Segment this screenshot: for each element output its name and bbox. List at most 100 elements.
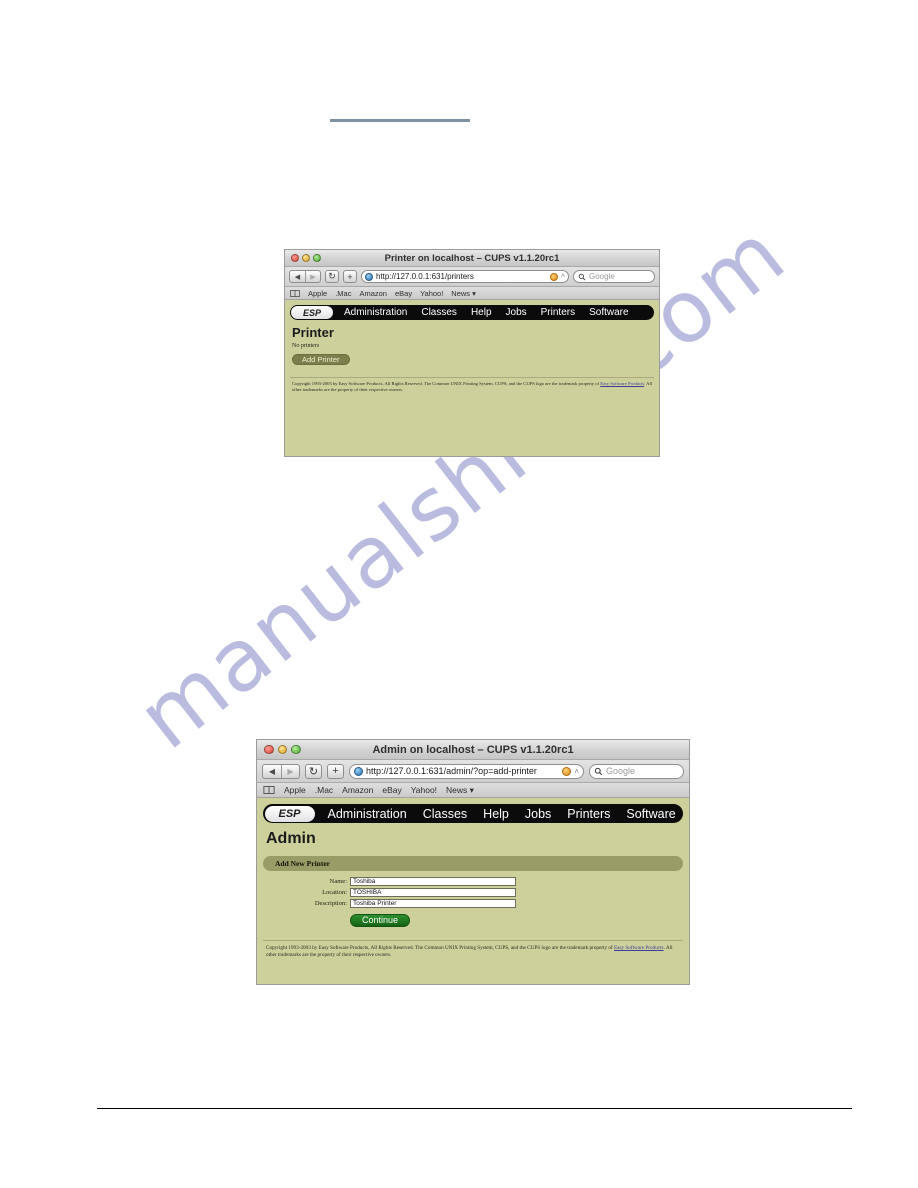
nav-administration[interactable]: Administration — [320, 807, 415, 821]
search-icon — [578, 273, 586, 281]
continue-button[interactable]: Continue — [350, 913, 411, 927]
nav-software[interactable]: Software — [618, 807, 683, 821]
forward-icon[interactable]: ▶ — [281, 764, 299, 778]
titlebar: Admin on localhost – CUPS v1.1.20rc1 — [257, 740, 689, 760]
nav-administration[interactable]: Administration — [337, 307, 414, 318]
page-top-rule — [330, 119, 470, 122]
url-input[interactable]: http://127.0.0.1:631/admin/?op=add-print… — [349, 763, 584, 779]
bookmark-amazon[interactable]: Amazon — [359, 289, 387, 298]
description-field[interactable]: Toshiba Printer — [350, 899, 516, 908]
url-text: http://127.0.0.1:631/printers — [376, 272, 474, 281]
globe-favicon-icon — [365, 272, 373, 281]
back-icon[interactable]: ◀ — [290, 271, 305, 282]
nav-help[interactable]: Help — [475, 807, 517, 821]
browser-toolbar: ◀ ▶ ↻ + http://127.0.0.1:631/printers ˄ … — [285, 267, 659, 287]
add-bookmark-icon[interactable]: + — [327, 763, 344, 779]
browser-window-admin[interactable]: Admin on localhost – CUPS v1.1.20rc1 ◀ ▶… — [256, 739, 690, 985]
name-label: Name: — [329, 878, 347, 885]
bookmark-news[interactable]: News ▾ — [446, 785, 474, 796]
location-field[interactable]: TOSHIBA — [350, 888, 516, 897]
cups-navbar: ESP Administration Classes Help Jobs Pri… — [290, 305, 654, 320]
window-title: Admin on localhost – CUPS v1.1.20rc1 — [372, 743, 574, 756]
location-label: Location: — [322, 889, 347, 896]
copyright-text-pre: Copyright 1993-2003 by Easy Software Pro… — [292, 381, 601, 386]
search-input[interactable]: Google — [589, 763, 684, 779]
bookmark-news[interactable]: News ▾ — [451, 289, 476, 298]
bookmark-amazon[interactable]: Amazon — [342, 785, 373, 795]
bookmark-yahoo[interactable]: Yahoo! — [411, 785, 437, 795]
minimize-icon[interactable] — [277, 744, 287, 755]
page-bottom-rule — [97, 1108, 852, 1110]
reload-icon[interactable]: ↻ — [325, 270, 339, 283]
zoom-icon[interactable] — [291, 744, 301, 755]
nav-software[interactable]: Software — [582, 307, 635, 318]
reload-icon[interactable]: ↻ — [305, 763, 322, 779]
search-placeholder: Google — [606, 766, 636, 776]
globe-favicon-icon — [354, 766, 363, 776]
nav-button-group[interactable]: ◀ ▶ — [289, 270, 321, 283]
copyright-footer: Copyright 1993-2003 by Easy Software Pro… — [290, 381, 654, 393]
close-icon[interactable] — [291, 254, 299, 262]
bookmarks-bar: Apple .Mac Amazon eBay Yahoo! News ▾ — [285, 287, 659, 300]
url-text: http://127.0.0.1:631/admin/?op=add-print… — [366, 766, 537, 776]
form-row-location: Location: TOSHIBA — [263, 888, 683, 897]
footer-divider — [263, 940, 683, 941]
form-row-description: Description: Toshiba Printer — [263, 899, 683, 908]
rss-icon[interactable] — [549, 272, 558, 281]
footer-divider — [290, 377, 654, 378]
titlebar: Printer on localhost – CUPS v1.1.20rc1 — [285, 250, 659, 267]
description-label: Description: — [314, 900, 347, 907]
cups-page-printers: ESP Administration Classes Help Jobs Pri… — [285, 300, 659, 456]
chevron-icon: ˄ — [574, 766, 579, 776]
copyright-text-pre: Copyright 1993-2003 by Easy Software Pro… — [266, 945, 615, 951]
esp-logo[interactable]: ESP — [264, 805, 315, 822]
bookmark-mac[interactable]: .Mac — [335, 289, 351, 298]
chevron-icon: ˄ — [560, 273, 565, 280]
page-title: Printer — [292, 325, 334, 340]
nav-printers[interactable]: Printers — [534, 307, 582, 318]
url-input[interactable]: http://127.0.0.1:631/printers ˄ — [361, 270, 569, 283]
name-field[interactable]: Toshiba — [350, 877, 516, 886]
bookmark-ebay[interactable]: eBay — [395, 289, 412, 298]
no-printers-message: No printers — [292, 343, 320, 349]
book-icon[interactable] — [263, 786, 275, 794]
bookmark-ebay[interactable]: eBay — [382, 785, 401, 795]
page-title: Admin — [266, 830, 316, 847]
cups-navbar: ESP Administration Classes Help Jobs Pri… — [263, 804, 683, 823]
bookmark-yahoo[interactable]: Yahoo! — [420, 289, 443, 298]
bookmark-apple[interactable]: Apple — [284, 785, 306, 795]
close-icon[interactable] — [264, 744, 274, 755]
add-bookmark-icon[interactable]: + — [343, 270, 357, 283]
easy-software-products-link[interactable]: Easy Software Products — [600, 381, 644, 386]
nav-jobs[interactable]: Jobs — [499, 307, 534, 318]
nav-button-group[interactable]: ◀ ▶ — [262, 763, 300, 779]
esp-logo[interactable]: ESP — [291, 306, 333, 319]
forward-icon[interactable]: ▶ — [305, 271, 320, 282]
book-icon[interactable] — [290, 289, 300, 297]
section-title: Add New Printer — [275, 859, 330, 868]
zoom-icon[interactable] — [313, 254, 321, 262]
search-placeholder: Google — [589, 272, 615, 281]
bookmark-apple[interactable]: Apple — [308, 289, 327, 298]
copyright-footer: Copyright 1993-2003 by Easy Software Pro… — [263, 945, 683, 959]
bookmarks-bar: Apple .Mac Amazon eBay Yahoo! News ▾ — [257, 783, 689, 798]
add-printer-form: Name: Toshiba Location: TOSHIBA Descript… — [263, 877, 683, 928]
nav-printers[interactable]: Printers — [559, 807, 618, 821]
window-traffic-lights[interactable] — [264, 744, 301, 755]
window-title: Printer on localhost – CUPS v1.1.20rc1 — [384, 252, 560, 264]
back-icon[interactable]: ◀ — [263, 765, 281, 778]
nav-help[interactable]: Help — [464, 307, 499, 318]
search-input[interactable]: Google — [573, 270, 655, 283]
section-header-add-new-printer: Add New Printer — [263, 856, 683, 871]
browser-window-printers[interactable]: Printer on localhost – CUPS v1.1.20rc1 ◀… — [284, 249, 660, 457]
form-row-name: Name: Toshiba — [263, 877, 683, 886]
window-traffic-lights[interactable] — [291, 254, 321, 262]
nav-jobs[interactable]: Jobs — [517, 807, 559, 821]
rss-icon[interactable] — [562, 766, 572, 776]
easy-software-products-link[interactable]: Easy Software Products — [614, 945, 664, 951]
nav-classes[interactable]: Classes — [414, 307, 464, 318]
add-printer-button[interactable]: Add Printer — [292, 354, 350, 365]
nav-classes[interactable]: Classes — [415, 807, 475, 821]
minimize-icon[interactable] — [302, 254, 310, 262]
bookmark-mac[interactable]: .Mac — [315, 785, 333, 795]
